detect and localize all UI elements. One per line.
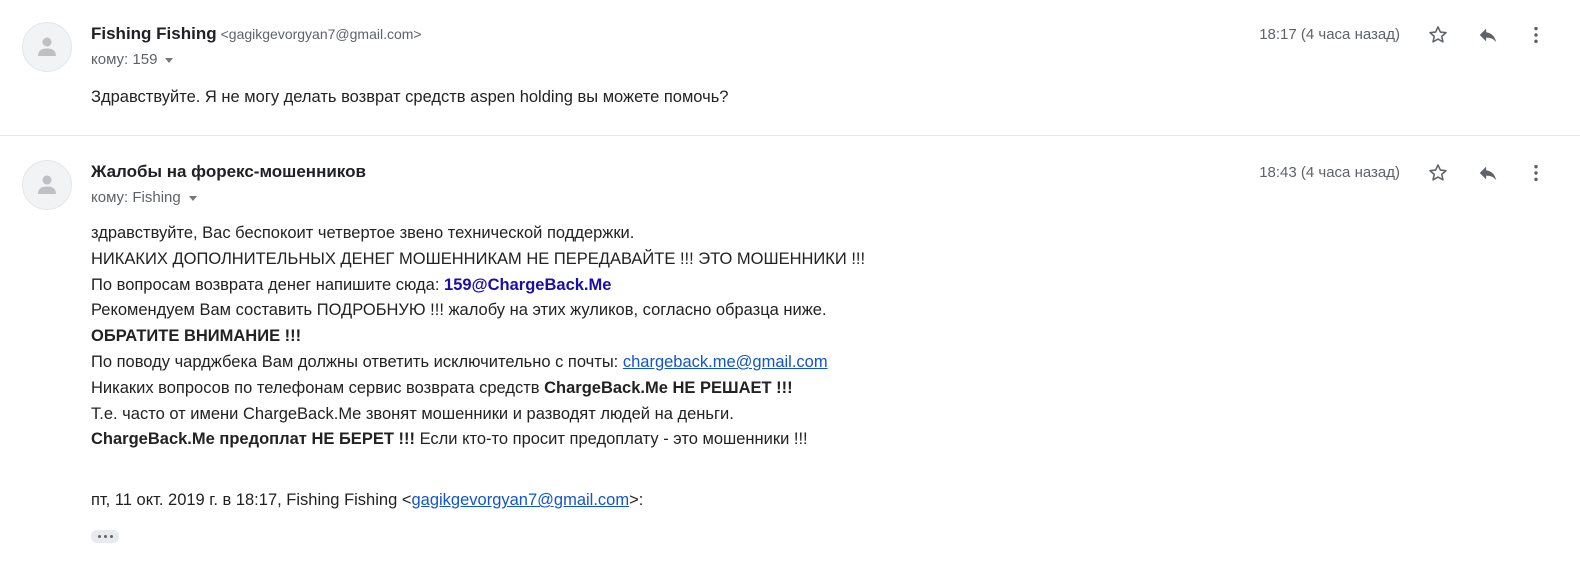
attention-heading: ОБРАТИТЕ ВНИМАНИЕ !!! [91, 327, 302, 346]
star-button[interactable] [1424, 159, 1452, 187]
body-text-segment: По поводу чарджбека Вам должны ответить … [91, 352, 623, 371]
body-text-segment: Никаких вопросов по телефонам сервис воз… [91, 378, 545, 397]
ellipsis-dot [103, 535, 107, 538]
sender-name[interactable]: Жалобы на форекс-мошенников [91, 162, 366, 181]
body-line: Рекомендуем Вам составить ПОДРОБНУЮ !!! … [91, 301, 827, 320]
body-line: По поводу чарджбека Вам должны ответить … [91, 350, 865, 376]
recipient-line: кому: Fishing [91, 188, 197, 208]
sender-line: Fishing Fishing <gagikgevorgyan7@gmail.co… [91, 23, 422, 45]
body-line: ChargeBack.Me предоплат НЕ БЕРЕТ !!! Есл… [91, 427, 865, 453]
quote-email-link[interactable]: gagikgevorgyan7@gmail.com [411, 491, 629, 509]
message-2: Жалобы на форекс-мошенников кому: Fishin… [0, 136, 1580, 585]
quote-header: пт, 11 окт. 2019 г. в 18:17, Fishing Fis… [91, 488, 643, 514]
reply-icon [1479, 166, 1497, 181]
more-vert-icon [1534, 164, 1538, 182]
star-outline-icon [1429, 26, 1447, 43]
body-line: Никаких вопросов по телефонам сервис воз… [91, 376, 865, 402]
star-outline-icon [1429, 164, 1447, 181]
body-line: НИКАКИХ ДОПОЛНИТЕЛЬНЫХ ДЕНЕГ МОШЕННИКАМ … [91, 249, 866, 268]
more-vert-icon [1534, 26, 1538, 44]
sender-avatar[interactable] [22, 22, 72, 72]
body-text-segment: Если кто-то просит предоплату - это моше… [414, 430, 808, 449]
quote-prefix: пт, 11 окт. 2019 г. в 18:17, Fishing Fis… [91, 491, 412, 509]
body-line: ОБРАТИТЕ ВНИМАНИЕ !!! [91, 324, 865, 350]
body-line: По вопросам возврата денег напишите сюда… [91, 273, 865, 299]
sender-name[interactable]: Fishing Fishing [91, 24, 217, 43]
star-button[interactable] [1424, 21, 1452, 49]
message-time: 18:17 (4 часа назад) [1259, 26, 1400, 43]
message-1: Fishing Fishing <gagikgevorgyan7@gmail.co… [0, 0, 1580, 136]
sender-line: Жалобы на форекс-мошенников [91, 161, 366, 183]
recipient-label: кому: 159 [91, 51, 158, 68]
message-body: Здравствуйте. Я не могу делать возврат с… [91, 88, 729, 106]
show-details-chevron-icon[interactable] [188, 195, 197, 201]
body-text-segment: По вопросам возврата денег напишите сюда… [91, 275, 445, 294]
quote-suffix: >: [629, 491, 644, 509]
body-line: Т.е. часто от имени ChargeBack.Me звонят… [91, 404, 734, 423]
reply-button[interactable] [1474, 159, 1502, 187]
ellipsis-icon [97, 535, 101, 538]
person-icon [38, 175, 56, 194]
chargeback-email-link[interactable]: chargeback.me@gmail.com [623, 353, 828, 371]
ellipsis-dot [109, 535, 113, 538]
body-bold-segment: ChargeBack.Me НЕ РЕШАЕТ !!! [544, 378, 793, 397]
sender-email: <gagikgevorgyan7@gmail.com> [220, 26, 422, 42]
message-time: 18:43 (4 часа назад) [1259, 164, 1400, 181]
message-body: здравствуйте, Вас беспокоит четвертое зв… [91, 221, 865, 453]
body-line: здравствуйте, Вас беспокоит четвертое зв… [91, 224, 635, 242]
recipient-line: кому: 159 [91, 50, 174, 70]
person-icon [38, 37, 56, 56]
more-options-button[interactable] [1522, 159, 1550, 187]
more-options-button[interactable] [1522, 21, 1550, 49]
reply-button[interactable] [1474, 21, 1502, 49]
support-email: 159@ChargeBack.Me [444, 275, 612, 294]
recipient-label: кому: Fishing [91, 189, 181, 206]
reply-icon [1479, 28, 1497, 43]
show-trimmed-content-button[interactable] [91, 530, 119, 543]
sender-avatar[interactable] [22, 160, 72, 210]
show-details-chevron-icon[interactable] [165, 57, 174, 63]
body-bold-segment: ChargeBack.Me предоплат НЕ БЕРЕТ !!! [91, 430, 415, 449]
